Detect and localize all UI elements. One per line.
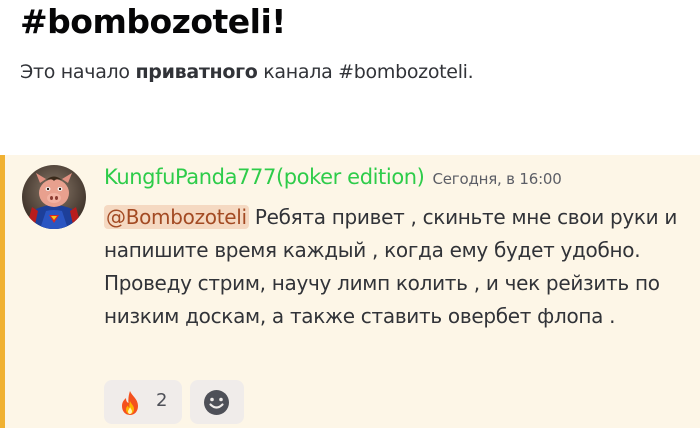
channel-desc-suffix: канала #bombozoteli. [257,61,474,83]
mention-highlight-bar [0,155,5,428]
username[interactable]: KungfuPanda777(poker edition) [104,165,425,189]
timestamp: Сегодня, в 16:00 [432,170,562,188]
add-reaction-button[interactable] [190,380,244,424]
message-content: @Bombozoteli Ребята привет , скиньте мне… [104,201,689,333]
channel-title: #bombozoteli! [20,2,286,41]
reaction-fire[interactable]: 2 [104,380,182,424]
message[interactable]: KungfuPanda777(poker edition) Сегодня, в … [0,155,700,428]
channel-description: Это начало приватного канала #bombozotel… [20,58,690,86]
avatar[interactable] [22,165,86,229]
channel-desc-prefix: Это начало [20,61,136,83]
chat-view: #bombozoteli! Это начало приватного кана… [0,0,700,428]
message-header: KungfuPanda777(poker edition) Сегодня, в … [104,165,562,189]
emoji-smile-icon [204,390,229,415]
fire-icon [122,391,138,415]
channel-desc-bold: приватного [135,61,258,83]
reaction-count: 2 [156,390,168,411]
pig-superhero-avatar-icon [22,165,86,229]
channel-welcome: #bombozoteli! Это начало приватного кана… [20,0,690,86]
user-mention[interactable]: @Bombozoteli [104,205,249,229]
